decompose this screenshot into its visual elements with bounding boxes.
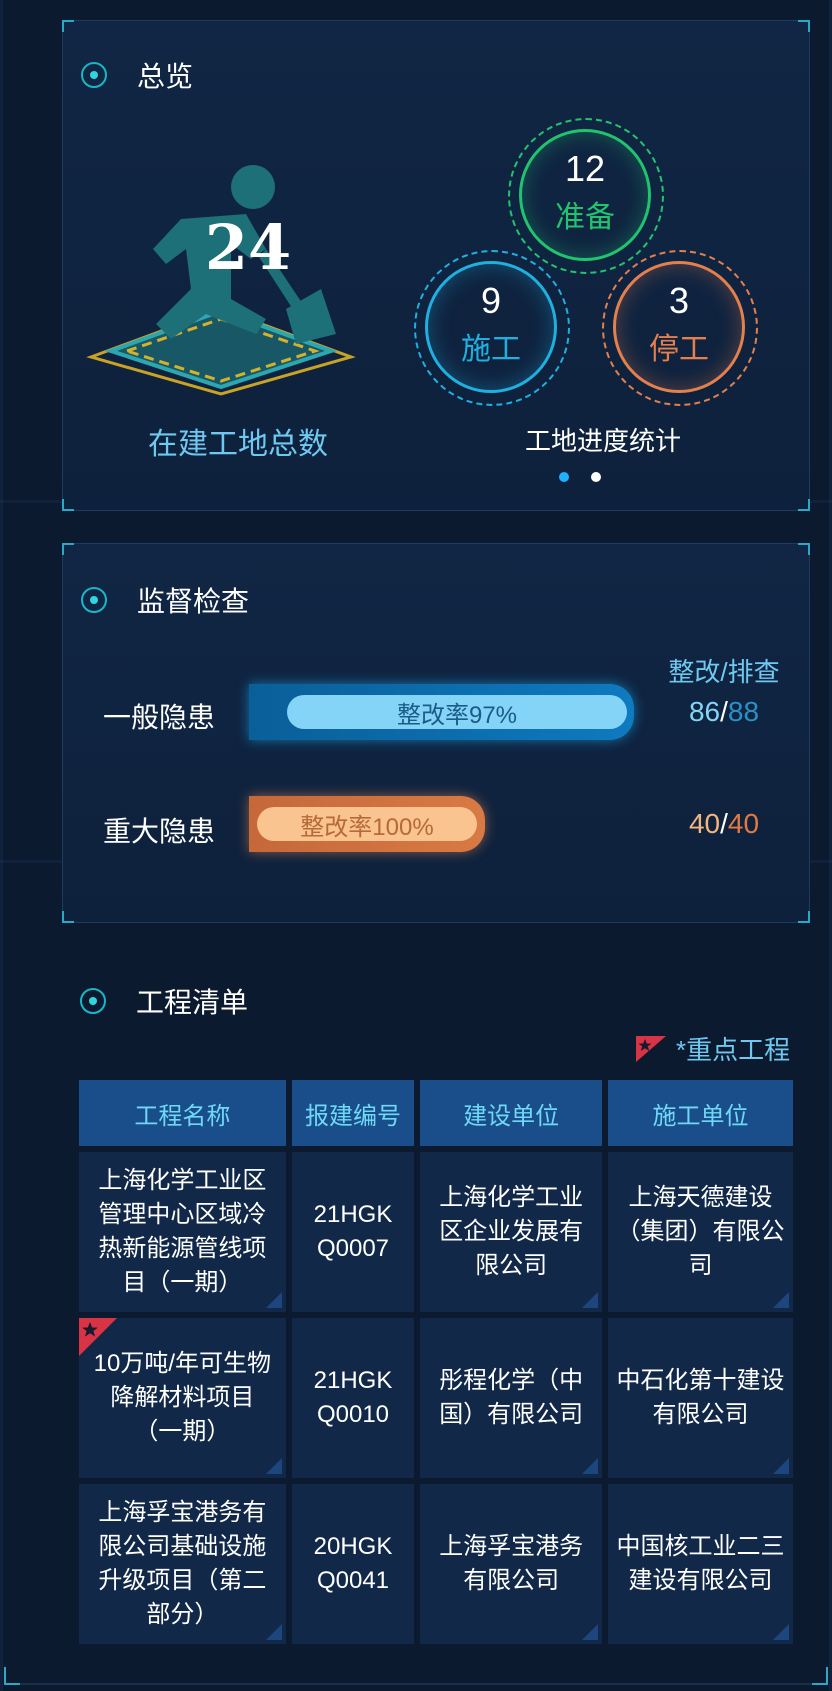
major-hazard-rate: 整改率100% [257, 807, 477, 841]
table-row[interactable]: 上海化学工业区管理中心区域冷热新能源管线项目（一期） 21HGK Q0007 上… [79, 1152, 793, 1312]
builder-cell: 上海孚宝港务有限公司 [420, 1484, 603, 1644]
status-constructing[interactable]: 9 施工 [414, 250, 570, 406]
project-name-cell: 10万吨/年可生物降解材料项目（一期） [79, 1318, 286, 1478]
progress-stats-label: 工地进度统计 [524, 426, 681, 456]
contractor-cell: 上海天德建设（集团）有限公司 [608, 1152, 793, 1312]
carousel-dot-1[interactable] [559, 472, 569, 482]
overview-title: 总览 [137, 61, 194, 92]
general-hazard-fixed: 86 [688, 696, 721, 727]
projects-table: 工程名称 报建编号 建设单位 施工单位 上海化学工业区管理中心区域冷热新能源管线… [73, 1074, 799, 1650]
major-hazard-ratio: 40/40 [688, 808, 760, 839]
overview-header: 总览 [81, 55, 193, 95]
status-stopped[interactable]: 3 停工 [602, 250, 758, 406]
projects-title: 工程清单 [136, 987, 249, 1018]
builder-cell: 彤程化学（中国）有限公司 [420, 1318, 603, 1478]
major-hazard-total: 40 [727, 808, 760, 839]
contractor-cell: 中石化第十建设有限公司 [608, 1318, 793, 1478]
general-hazard-rate: 整改率97% [287, 695, 627, 729]
carousel-dot-2[interactable] [591, 472, 601, 482]
frame-bottom-line [20, 1683, 812, 1685]
inspection-header: 监督检查 [81, 580, 249, 620]
key-project-legend-label: *重点工程 [676, 1035, 791, 1065]
column-project-name[interactable]: 工程名称 [79, 1080, 286, 1146]
column-contractor[interactable]: 施工单位 [608, 1080, 793, 1146]
overview-panel: 总览 24 在建工地总数 12 准备 9 施工 3 停工 工地进度统计 [62, 20, 810, 511]
permit-code-cell: 20HGK Q0041 [291, 1484, 415, 1644]
frame-corner [810, 1667, 828, 1685]
column-permit-code[interactable]: 报建编号 [291, 1080, 415, 1146]
major-hazard-bar: 整改率100% [249, 796, 485, 852]
project-name-cell: 上海孚宝港务有限公司基础设施升级项目（第二部分） [79, 1484, 286, 1644]
section-marker-icon [81, 587, 107, 613]
table-row[interactable]: 10万吨/年可生物降解材料项目（一期） 21HGK Q0010 彤程化学（中国）… [79, 1318, 793, 1478]
total-sites-label: 在建工地总数 [148, 428, 328, 461]
projects-header: 工程清单 [80, 981, 248, 1021]
major-hazard-fixed: 40 [688, 808, 721, 839]
builder-cell: 上海化学工业区企业发展有限公司 [420, 1152, 603, 1312]
key-project-legend: *重点工程 [636, 1030, 790, 1067]
general-hazard-total: 88 [727, 696, 760, 727]
project-name-cell: 上海化学工业区管理中心区域冷热新能源管线项目（一期） [79, 1152, 286, 1312]
inspection-title: 监督检查 [137, 586, 250, 617]
key-project-flag-icon [636, 1035, 666, 1062]
general-hazard-bar: 整改率97% [249, 684, 634, 740]
major-hazard-label: 重大隐患 [103, 816, 216, 847]
general-hazard-ratio: 86/88 [688, 696, 760, 727]
permit-code-cell: 21HGK Q0010 [291, 1318, 415, 1478]
permit-code-cell: 21HGK Q0007 [291, 1152, 415, 1312]
background-line [0, 0, 3, 1691]
table-row[interactable]: 上海孚宝港务有限公司基础设施升级项目（第二部分） 20HGK Q0041 上海孚… [79, 1484, 793, 1644]
total-sites-count: 24 [204, 211, 292, 284]
inspection-panel: 监督检查 整改/排查 一般隐患 整改率97% 86/88 重大隐患 整改率100… [62, 543, 810, 923]
section-marker-icon [80, 988, 106, 1014]
key-project-flag-icon [79, 1318, 117, 1356]
contractor-cell: 中国核工业二三建设有限公司 [608, 1484, 793, 1644]
column-builder[interactable]: 建设单位 [420, 1080, 603, 1146]
table-header-row: 工程名称 报建编号 建设单位 施工单位 [79, 1080, 793, 1146]
status-preparing[interactable]: 12 准备 [508, 118, 664, 274]
section-marker-icon [81, 62, 107, 88]
ratio-header: 整改/排查 [668, 657, 780, 687]
general-hazard-label: 一般隐患 [103, 702, 216, 733]
